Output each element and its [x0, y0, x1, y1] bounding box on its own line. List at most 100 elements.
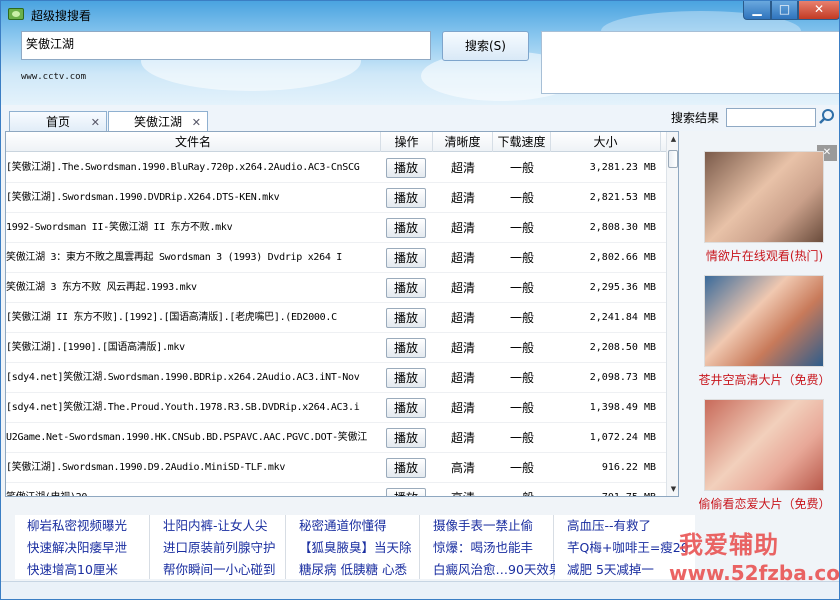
ad-link[interactable]: 快速增高10厘米: [27, 559, 149, 579]
file-name[interactable]: 笑傲江湖 3：東方不敗之風雲再起 Swordsman 3 (1993) Dvdr…: [6, 243, 381, 273]
file-name[interactable]: 1992-Swordsman II-笑傲江湖 II 东方不败.mkv: [6, 213, 381, 243]
play-button[interactable]: 播放: [386, 428, 426, 448]
file-name[interactable]: [sdy4.net]笑傲江湖.The.Proud.Youth.1978.R3.S…: [6, 393, 381, 423]
header-ad-box[interactable]: [541, 31, 839, 94]
file-name[interactable]: [笑傲江湖].The.Swordsman.1990.BluRay.720p.x2…: [6, 153, 381, 183]
column-header-op[interactable]: 操作: [381, 132, 433, 152]
play-button[interactable]: 播放: [386, 158, 426, 178]
column-header-size[interactable]: 大小: [551, 132, 661, 152]
ad-thumbnail[interactable]: [704, 275, 824, 367]
speed-cell: 一般: [509, 281, 534, 295]
op-cell: 播放: [386, 273, 428, 303]
scrollbar-thumb[interactable]: [668, 150, 678, 168]
quality-cell: 高清: [433, 483, 493, 496]
ad-link[interactable]: 秘密通道你懂得: [299, 515, 421, 537]
play-button[interactable]: 播放: [386, 368, 426, 388]
tab-close-icon[interactable]: ✕: [192, 113, 201, 133]
app-logo-icon: [8, 8, 24, 20]
side-ad-item[interactable]: 偷偷看恋爱大片（免费）: [689, 399, 839, 517]
search-button[interactable]: 搜索(S): [442, 31, 529, 61]
ad-link[interactable]: 摄像手表一禁止偷: [433, 515, 555, 537]
close-button[interactable]: ✕: [798, 1, 839, 20]
scroll-up-icon[interactable]: ▲: [667, 132, 678, 146]
op-cell: 播放: [386, 483, 428, 496]
size-cell: 2,098.73 MB: [589, 372, 656, 383]
tab-home[interactable]: 首页 ✕: [9, 111, 107, 133]
op-cell: 播放: [386, 333, 428, 363]
table-row[interactable]: 1992-Swordsman II-笑傲江湖 II 东方不败.mkv 播放 超清 一般…: [6, 213, 666, 243]
ad-caption[interactable]: 苍井空高清大片（免费）: [689, 371, 839, 388]
tab-close-icon[interactable]: ✕: [91, 113, 100, 133]
table-row[interactable]: [笑傲江湖 II 东方不败].[1992].[国语高清版].[老虎嘴巴].(ED…: [6, 303, 666, 333]
results-search-input[interactable]: [726, 108, 816, 127]
speed-cell: 一般: [509, 401, 534, 415]
search-input[interactable]: 笑傲江湖: [21, 31, 431, 60]
table-row[interactable]: 笑傲江湖 3：東方不敗之風雲再起 Swordsman 3 (1993) Dvdr…: [6, 243, 666, 273]
play-button[interactable]: 播放: [386, 338, 426, 358]
speed-cell: 一般: [493, 483, 551, 496]
ad-caption[interactable]: 情欲片在线观看(热门): [689, 247, 839, 264]
speed-cell: 一般: [509, 191, 534, 205]
file-name[interactable]: [sdy4.net]笑傲江湖.Swordsman.1990.BDRip.x264…: [6, 363, 381, 393]
size-cell: 1,072.24 MB: [589, 432, 656, 443]
search-icon[interactable]: [818, 108, 836, 126]
table-row[interactable]: [sdy4.net]笑傲江湖.Swordsman.1990.BDRip.x264…: [6, 363, 666, 393]
ad-thumbnail[interactable]: [704, 151, 824, 243]
table-body: [笑傲江湖].The.Swordsman.1990.BluRay.720p.x2…: [6, 153, 666, 496]
play-button[interactable]: 播放: [386, 488, 426, 496]
ad-link[interactable]: 帮你瞬间一小心碰到: [163, 559, 285, 579]
play-button[interactable]: 播放: [386, 278, 426, 298]
play-button[interactable]: 播放: [386, 458, 426, 478]
file-name[interactable]: U2Game.Net-Swordsman.1990.HK.CNSub.BD.PS…: [6, 423, 381, 453]
maximize-button[interactable]: □: [771, 1, 798, 20]
tab-search-result[interactable]: 笑傲江湖 ✕: [108, 111, 208, 133]
ad-link[interactable]: 快速解决阳痿早泄: [27, 537, 149, 559]
speed-cell: 一般: [509, 311, 534, 325]
ad-caption[interactable]: 偷偷看恋爱大片（免费）: [689, 495, 839, 512]
side-ad-item[interactable]: 情欲片在线观看(热门): [689, 151, 839, 269]
ad-link[interactable]: 白癜风治愈…90天效果: [433, 559, 555, 579]
op-cell: 播放: [386, 453, 428, 483]
table-row[interactable]: [sdy4.net]笑傲江湖.The.Proud.Youth.1978.R3.S…: [6, 393, 666, 423]
column-header-quality[interactable]: 清晰度: [433, 132, 493, 152]
table-row[interactable]: [笑傲江湖].[1990].[国语高清版].mkv 播放 超清 一般 2,208.50 …: [6, 333, 666, 363]
column-header-speed[interactable]: 下载速度: [493, 132, 551, 152]
table-row[interactable]: [笑傲江湖].The.Swordsman.1990.BluRay.720p.x2…: [6, 153, 666, 183]
ad-link[interactable]: 高血压--有救了: [567, 515, 695, 537]
ad-link[interactable]: 减肥 5天减掉一: [567, 559, 695, 579]
ad-link[interactable]: 糖尿病 低胰糖 心悉: [299, 559, 421, 579]
ad-link[interactable]: 柳岩私密视频曝光: [27, 515, 149, 537]
side-ad-item[interactable]: 苍井空高清大片（免费）: [689, 275, 839, 393]
file-name[interactable]: [笑傲江湖].Swordsman.1990.D9.2Audio.MiniSD-T…: [6, 453, 381, 483]
play-button[interactable]: 播放: [386, 308, 426, 328]
play-button[interactable]: 播放: [386, 188, 426, 208]
file-name[interactable]: 笑傲江湖(电视)20.......: [6, 483, 381, 496]
scroll-down-icon[interactable]: ▼: [667, 482, 678, 496]
quality-cell: 超清: [450, 311, 475, 325]
column-header-name[interactable]: 文件名: [6, 132, 381, 152]
play-button[interactable]: 播放: [386, 218, 426, 238]
ad-link[interactable]: 壮阳内裤-让女人尖: [163, 515, 285, 537]
minimize-button[interactable]: ▁: [743, 1, 771, 20]
quality-cell: 超清: [450, 431, 475, 445]
table-row[interactable]: [笑傲江湖].Swordsman.1990.D9.2Audio.MiniSD-T…: [6, 453, 666, 483]
table-row[interactable]: 笑傲江湖 3 东方不败 风云再起.1993.mkv 播放 超清 一般 2,295.36 …: [6, 273, 666, 303]
op-cell: 播放: [386, 183, 428, 213]
table-row[interactable]: 笑傲江湖(电视)20....... 播放高清一般701.75 MB: [6, 483, 666, 496]
vertical-scrollbar[interactable]: ▲ ▼: [666, 132, 678, 496]
table-row[interactable]: [笑傲江湖].Swordsman.1990.DVDRip.X264.DTS-KE…: [6, 183, 666, 213]
table-row[interactable]: U2Game.Net-Swordsman.1990.HK.CNSub.BD.PS…: [6, 423, 666, 453]
tab-label: 笑傲江湖: [133, 115, 182, 129]
ad-link[interactable]: 进口原装前列腺守护: [163, 537, 285, 559]
ad-link[interactable]: 【狐臭腋臭】当天除: [299, 537, 421, 559]
ad-link[interactable]: 惊爆：喝汤也能丰: [433, 537, 555, 559]
file-name[interactable]: [笑傲江湖].Swordsman.1990.DVDRip.X264.DTS-KE…: [6, 183, 381, 213]
file-name[interactable]: 笑傲江湖 3 东方不败 风云再起.1993.mkv: [6, 273, 381, 303]
file-name[interactable]: [笑傲江湖 II 东方不败].[1992].[国语高清版].[老虎嘴巴].(ED…: [6, 303, 381, 333]
ad-link[interactable]: 芊Q梅+咖啡王=瘦20: [567, 537, 695, 559]
ad-thumbnail[interactable]: [704, 399, 824, 491]
play-button[interactable]: 播放: [386, 248, 426, 268]
play-button[interactable]: 播放: [386, 398, 426, 418]
file-name[interactable]: [笑傲江湖].[1990].[国语高清版].mkv: [6, 333, 381, 363]
site-url[interactable]: www.cctv.com: [21, 72, 86, 82]
